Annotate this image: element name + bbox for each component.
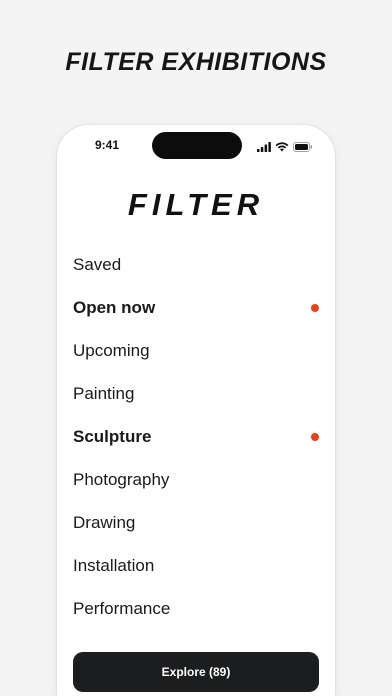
dynamic-island	[152, 132, 242, 159]
filter-item-sculpture[interactable]: Sculpture	[73, 415, 319, 458]
selected-dot-icon	[311, 303, 319, 312]
filter-label: Upcoming	[73, 340, 150, 360]
filter-item-painting[interactable]: Painting	[73, 372, 319, 415]
status-icons	[257, 139, 313, 157]
filter-item-installation[interactable]: Installation	[73, 544, 319, 587]
filter-label: Performance	[73, 598, 171, 618]
selected-dot-icon	[311, 432, 319, 441]
filter-item-performance[interactable]: Performance	[73, 587, 319, 630]
filter-item-drawing[interactable]: Drawing	[73, 501, 319, 544]
battery-icon	[293, 139, 313, 157]
filter-item-open-now[interactable]: Open now	[73, 286, 319, 329]
explore-button[interactable]: Explore (89)	[73, 652, 319, 692]
filter-label: Installation	[73, 555, 155, 575]
filter-label: Drawing	[73, 512, 136, 532]
status-bar: 9:41	[57, 125, 335, 165]
filter-label: Painting	[73, 383, 135, 403]
filter-list: Saved Open now Upcoming Painting Sculptu…	[73, 243, 319, 630]
filter-label: Sculpture	[73, 426, 152, 446]
filter-label: Saved	[73, 254, 122, 274]
filter-label: Photography	[73, 469, 170, 489]
filter-item-upcoming[interactable]: Upcoming	[73, 329, 319, 372]
signal-icon	[257, 139, 271, 157]
status-time: 9:41	[95, 138, 120, 152]
filter-item-photography[interactable]: Photography	[73, 458, 319, 501]
wifi-icon	[275, 139, 289, 157]
filter-label: Open now	[73, 297, 156, 317]
app-title: FILTER	[127, 187, 265, 222]
phone-frame: 9:41 FILTER Saved Open now Upcoming Pain…	[57, 125, 335, 696]
filter-item-saved[interactable]: Saved	[73, 243, 319, 286]
page-headline: FILTER EXHIBITIONS	[65, 48, 327, 76]
